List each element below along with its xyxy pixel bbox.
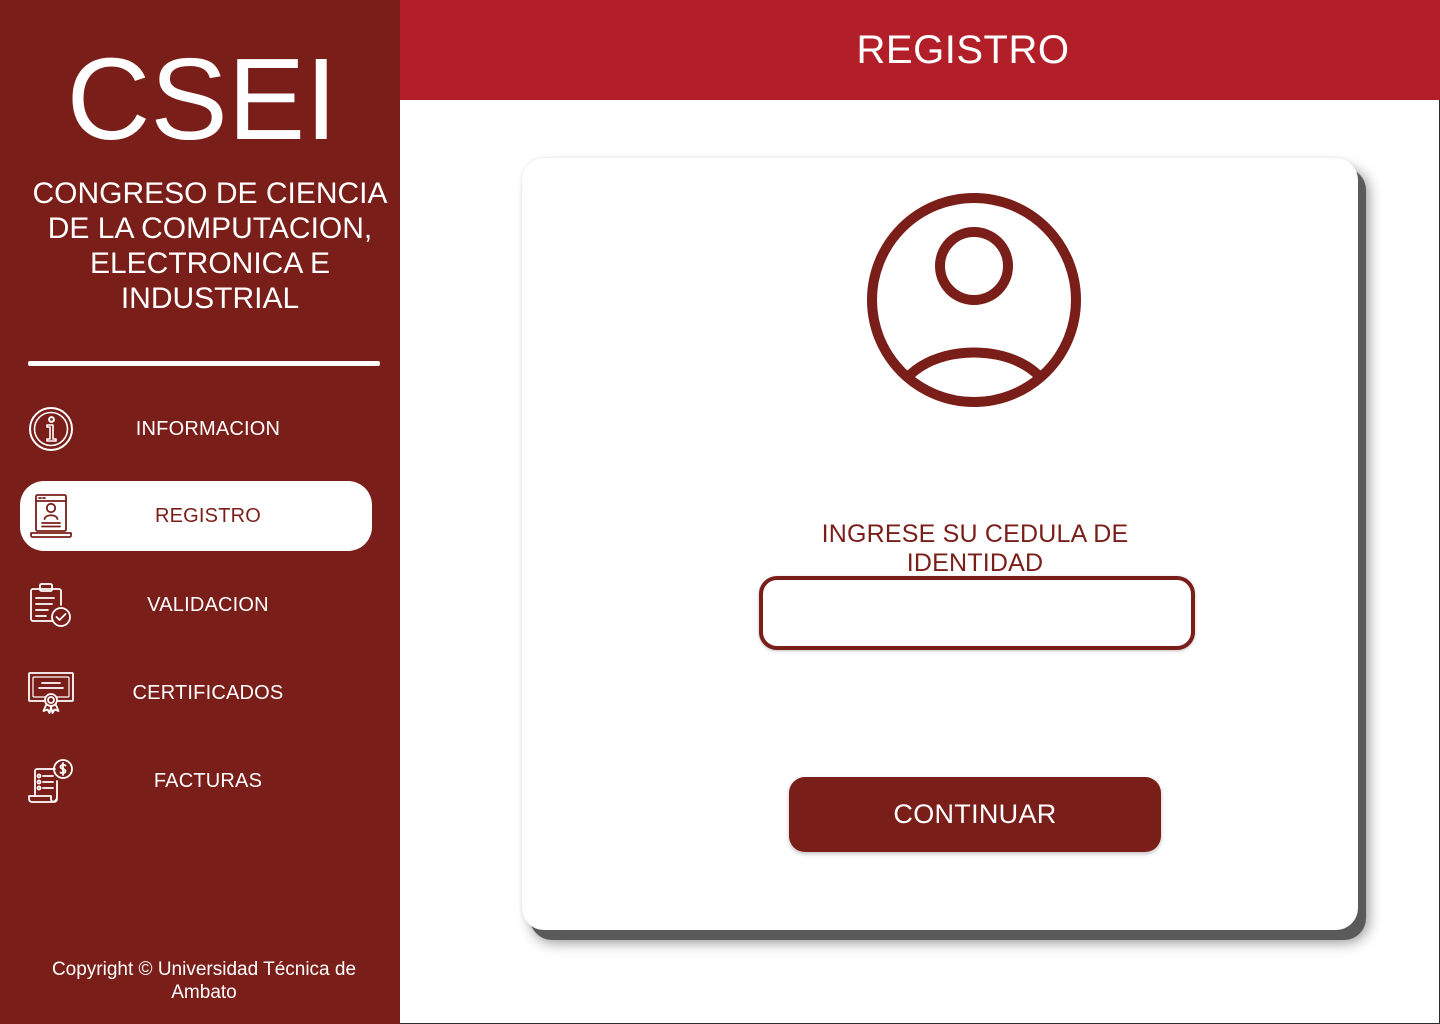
logo: CSEI [66,34,338,164]
sidebar-item-label: VALIDACION [147,594,269,616]
registration-card: INGRESE SU CEDULA DE IDENTIDAD CONTINUAR [522,158,1358,930]
conference-name: CONGRESO DE CIENCIA DE LA COMPUTACION, E… [32,177,388,315]
page-title: REGISTRO [856,28,1070,72]
copyright-text: Copyright © Universidad Técnica de Ambat… [51,959,357,1003]
sidebar-item-registro[interactable]: REGISTRO [20,481,372,551]
sidebar-item-label: REGISTRO [154,505,262,527]
sidebar-item-label: FACTURAS [153,770,263,792]
sidebar-item-certificados[interactable]: CERTIFICADOS [20,658,372,728]
sidebar-divider [28,361,380,366]
sidebar-item-informacion[interactable]: INFORMACION [20,394,372,464]
sidebar: CSEI CONGRESO DE CIENCIA DE LA COMPUTACI… [0,0,400,1024]
sidebar-item-validacion[interactable]: VALIDACION [20,570,372,640]
id-field-label: INGRESE SU CEDULA DE IDENTIDAD [821,520,1129,577]
sidebar-item-label: INFORMACION [135,418,281,440]
header-bar: REGISTRO [400,0,1440,100]
id-number-input[interactable] [759,576,1195,650]
sidebar-item-label: CERTIFICADOS [132,682,284,704]
user-avatar-icon [866,192,1082,408]
continue-button[interactable]: CONTINUAR [789,777,1161,852]
sidebar-item-facturas[interactable]: FACTURAS [20,746,372,816]
